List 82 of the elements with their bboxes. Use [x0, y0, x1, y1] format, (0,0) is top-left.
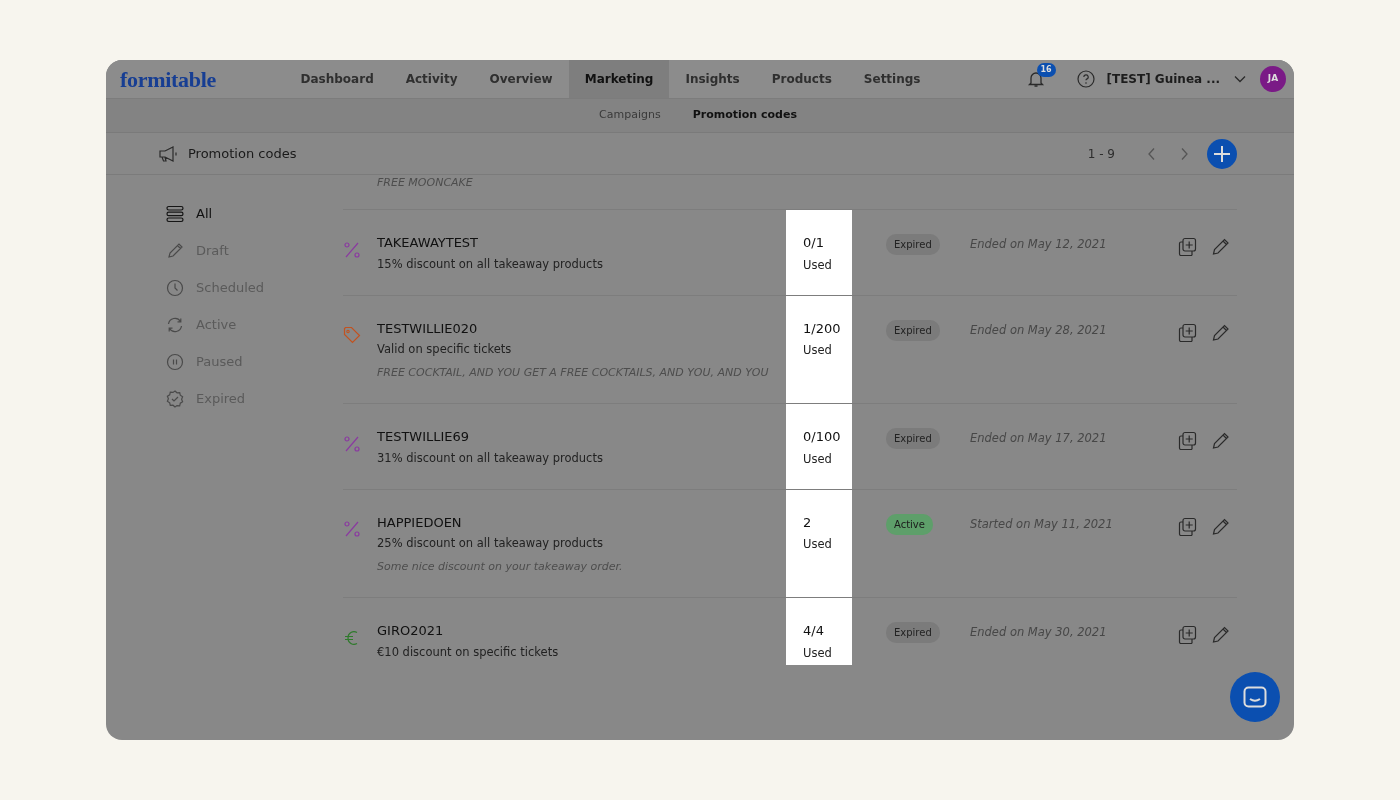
usage-count: 0/100: [803, 428, 842, 446]
pencil-icon: [1211, 516, 1230, 536]
status-badge: Expired: [886, 234, 940, 255]
nav-tab[interactable]: Overview: [473, 60, 569, 98]
pencil-icon: [1211, 237, 1230, 256]
code-note: FREE COCKTAIL, AND YOU GET A FREE COCKTAILS, AND YOU, AND YOU: [377, 364, 770, 381]
code-description: Valid on specific tickets: [377, 341, 513, 359]
promo-code-row[interactable]: TAKEAWAYTEST 15% discount on all takeaway products 0/1 Used Expired Ended on May 12, 2021: [343, 210, 1237, 296]
status-badge: Expired: [886, 319, 940, 341]
page-title: Promotion codes: [188, 144, 297, 163]
code-description: 25% discount on all takeaway products: [377, 535, 604, 553]
code-description: €10 discount on specific tickets: [377, 643, 560, 661]
percent-icon: [343, 240, 361, 259]
promo-code-row[interactable]: TESTWILLIE69 31% discount on all takeaway products 0/100 Used Expired Ended on May 17, 2021: [343, 404, 1237, 490]
pagination-range: 1 - 9: [1087, 145, 1115, 163]
badge-check-icon: [166, 389, 184, 408]
sub-nav-tab[interactable]: Campaigns: [583, 107, 677, 124]
date-text: Ended on May 17, 2021: [970, 430, 1108, 447]
nav-tab[interactable]: Products: [755, 60, 848, 98]
nav-tab[interactable]: Marketing: [568, 60, 670, 98]
brand-logo[interactable]: formitable: [106, 62, 216, 96]
usage-count: 4/4: [803, 622, 825, 640]
usage-count: 2: [803, 513, 813, 532]
status-badge: Expired: [886, 622, 940, 643]
code-description: 31% discount on all takeaway products: [377, 449, 604, 467]
duplicate-icon: [1178, 322, 1197, 342]
chevron-down-icon[interactable]: [1234, 75, 1246, 83]
code-name: GIRO2021: [377, 622, 445, 640]
date-text: Ended on May 30, 2021: [970, 624, 1108, 641]
nav-tab[interactable]: Activity: [389, 60, 474, 98]
add-button[interactable]: [1207, 138, 1237, 169]
pencil-icon: [166, 241, 184, 260]
usage-label: Used: [803, 644, 833, 662]
duplicate-icon: [1178, 431, 1197, 450]
code-name: TESTWILLIE69: [377, 428, 471, 446]
plus-icon: [1213, 144, 1231, 163]
duplicate-icon: [1178, 625, 1197, 644]
promo-code-row[interactable]: GIRO2021 €10 discount on specific tickets 4/4 Used Expired Ended on May 30, 2021: [343, 598, 1237, 665]
promo-code-row[interactable]: TESTWILLIE020 Valid on specific tickets FREE COCKTAIL, AND YOU GET A FREE COCKTAILS, AND YOU, AND YOU 1/200 Used Expired Ended on May 28, 2021: [343, 295, 1237, 404]
usage-label: Used: [803, 536, 833, 554]
code-note: FREE MOONCAKE: [377, 175, 474, 191]
usage-count: 1/200: [803, 319, 842, 338]
notification-bell-icon[interactable]: [1026, 70, 1045, 88]
sub-nav-tab[interactable]: Promotion codes: [676, 107, 813, 124]
code-description: 15% discount on all takeaway products: [377, 255, 604, 273]
pause-icon: [166, 352, 184, 371]
code-name: HAPPIEDOEN: [377, 513, 463, 532]
code-note: Some nice discount on your takeaway order.: [377, 558, 624, 575]
chat-button[interactable]: [1230, 672, 1280, 722]
usage-count: 0/1: [803, 234, 825, 252]
filter-item[interactable]: All: [166, 195, 213, 232]
duplicate-icon: [1178, 516, 1197, 536]
clock-icon: [166, 278, 184, 297]
usage-label: Used: [803, 450, 833, 468]
percent-icon: [343, 520, 361, 539]
nav-tab[interactable]: Dashboard: [284, 60, 390, 98]
status-badge: Active: [886, 513, 933, 535]
nav-tab[interactable]: Insights: [669, 60, 756, 98]
notification-count: 16: [1036, 63, 1056, 77]
date-text: Ended on May 28, 2021: [970, 321, 1108, 339]
pencil-icon: [1211, 431, 1230, 450]
code-name: TAKEAWAYTEST: [377, 234, 480, 252]
megaphone-icon: [158, 144, 180, 163]
pencil-icon: [1211, 625, 1230, 644]
duplicate-icon: [1178, 237, 1197, 256]
date-text: Started on May 11, 2021: [970, 515, 1114, 533]
list-icon: [166, 204, 184, 223]
user-avatar[interactable]: JA: [1260, 66, 1286, 92]
pencil-icon: [1211, 322, 1230, 342]
usage-label: Used: [803, 342, 833, 360]
help-icon[interactable]: [1076, 70, 1095, 88]
refresh-icon: [166, 315, 184, 334]
promo-code-row[interactable]: HAPPIEDOEN 25% discount on all takeaway products Some nice discount on your takeaway order. 2 Used Active Started on May 11, 2021: [343, 489, 1237, 598]
usage-label: Used: [803, 256, 833, 274]
nav-tab[interactable]: Settings: [847, 60, 937, 98]
account-selector[interactable]: [TEST] Guinea ...: [1106, 70, 1220, 88]
chat-icon: [1243, 686, 1267, 708]
code-name: TESTWILLIE020: [377, 319, 479, 338]
percent-icon: [343, 434, 361, 453]
date-text: Ended on May 12, 2021: [970, 236, 1108, 253]
status-badge: Expired: [886, 428, 940, 449]
tag-icon: [343, 326, 361, 345]
